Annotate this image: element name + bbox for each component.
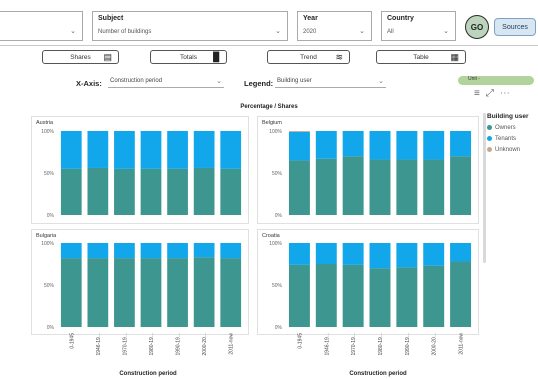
bar-segment-owners [167,258,188,327]
x-tick-label: 1970-19... [351,333,357,356]
bar-segment-owners [114,258,135,327]
x-tick-label: 2011-now [459,333,465,355]
x-tick-label: 1980-19... [378,333,384,356]
chart-canvas: 100% 50% 0% 100% 50% 0% 100% 50% 0% 0-1945 1946-19… [41,129,472,356]
y-tick-label: 0% [47,213,55,219]
bar-segment-owners [423,265,445,327]
bar-segment-tenants [396,131,418,160]
bar-segment-owners [60,168,82,215]
y-tick-label: 100% [41,241,54,247]
bar-segment-owners [220,258,242,327]
x-tick-label: 1990-19... [405,333,411,356]
x-axis-title: Construction period [119,371,177,377]
bar-segment-owners [369,268,391,327]
vertical-scrollbar[interactable] [483,113,486,263]
bar-segment-tenants [288,243,310,265]
bar-segment-owners [315,158,337,215]
bar-segment-tenants [87,131,109,168]
bar-segment-owners [450,156,472,215]
bar-segment-tenants [288,131,310,161]
y-tick-label: 0% [275,213,283,219]
bar-segment-tenants [114,131,135,169]
y-tick-label: 50% [44,171,55,177]
x-tick-label: 2000-20... [432,333,438,356]
x-tick-label: 1970-19... [122,333,128,356]
bar-segment-tenants [167,131,188,169]
x-axis-title: Construction period [349,371,407,377]
bar-segment-owners [87,258,109,327]
x-tick-label: 1990-19... [176,333,182,356]
bar-segment-owners [140,168,162,215]
y-tick-label: 100% [41,129,54,135]
bar-segment-owners [396,267,418,327]
bar-segment-owners [114,168,135,215]
legend-title: Building user [487,113,529,120]
bar-segment-tenants [220,243,242,259]
bar-segment-tenants [220,131,242,169]
y-tick-label: 0% [47,325,55,331]
bar-segment-tenants [60,243,82,259]
bar-segment-owners [193,167,215,215]
bar-segment-owners [87,167,109,215]
bar-segment-tenants [369,243,391,269]
bar-segment-tenants [140,243,162,259]
legend-dot [487,125,492,130]
bar-segment-tenants [193,131,215,168]
bar-segment-tenants [423,243,445,266]
bar-segment-tenants [423,131,445,160]
bar-segment-tenants [396,243,418,268]
bar-segment-unknown [288,131,310,132]
bar-segment-tenants [315,131,337,159]
x-tick-label: 1946-19... [96,333,102,356]
x-tick-label: 0-1945 [69,333,75,349]
y-tick-label: 50% [44,283,55,289]
bar-segment-tenants [140,131,162,169]
x-tick-label: 1946-19... [324,333,330,356]
legend-item[interactable]: Owners [487,122,529,133]
bar-segment-tenants [450,131,472,157]
legend-item[interactable]: Unknown [487,144,529,155]
x-tick-label: 2000-20... [202,333,208,356]
legend-item-label: Owners [495,124,516,131]
bar-segment-owners [220,168,242,215]
bar-segment-owners [193,257,215,327]
report-page: ⌄ Subject Number of buildings ⌄ Year 202… [0,0,538,379]
x-tick-label: 2011-now [229,333,235,355]
bar-segment-tenants [315,243,337,264]
bar-segment-tenants [342,243,364,265]
legend-item-label: Tenants [495,135,517,142]
y-tick-label: 50% [272,171,283,177]
bar-segment-owners [60,258,82,327]
bar-segment-owners [140,258,162,327]
bar-segment-tenants [369,131,391,160]
bar-segment-owners [288,264,310,327]
bar-segment-tenants [450,243,472,262]
y-tick-label: 50% [272,283,283,289]
x-tick-label: 0-1945 [297,333,303,349]
y-tick-label: 100% [269,129,282,135]
bar-segment-owners [167,168,188,215]
bar-segment-owners [369,159,391,215]
bar-segment-tenants [167,243,188,259]
chart-legend: Building user Owners Tenants Unknown [487,113,529,155]
bar-segment-tenants [114,243,135,259]
bar-segment-owners [396,159,418,215]
bar-segment-owners [342,156,364,215]
legend-dot [487,136,492,141]
bar-segment-tenants [87,243,109,259]
bar-segment-tenants [342,131,364,157]
x-tick-label: 1980-19... [149,333,155,356]
legend-item[interactable]: Tenants [487,133,529,144]
legend-item-label: Unknown [495,146,521,153]
bar-segment-owners [288,160,310,215]
y-tick-label: 0% [275,325,283,331]
bar-segment-tenants [60,131,82,169]
bar-segment-owners [315,264,337,327]
legend-dot [487,147,492,152]
bar-segment-owners [342,264,364,327]
bar-segment-owners [423,159,445,215]
y-tick-label: 100% [269,241,282,247]
bar-segment-owners [450,261,472,327]
bar-segment-tenants [193,243,215,258]
